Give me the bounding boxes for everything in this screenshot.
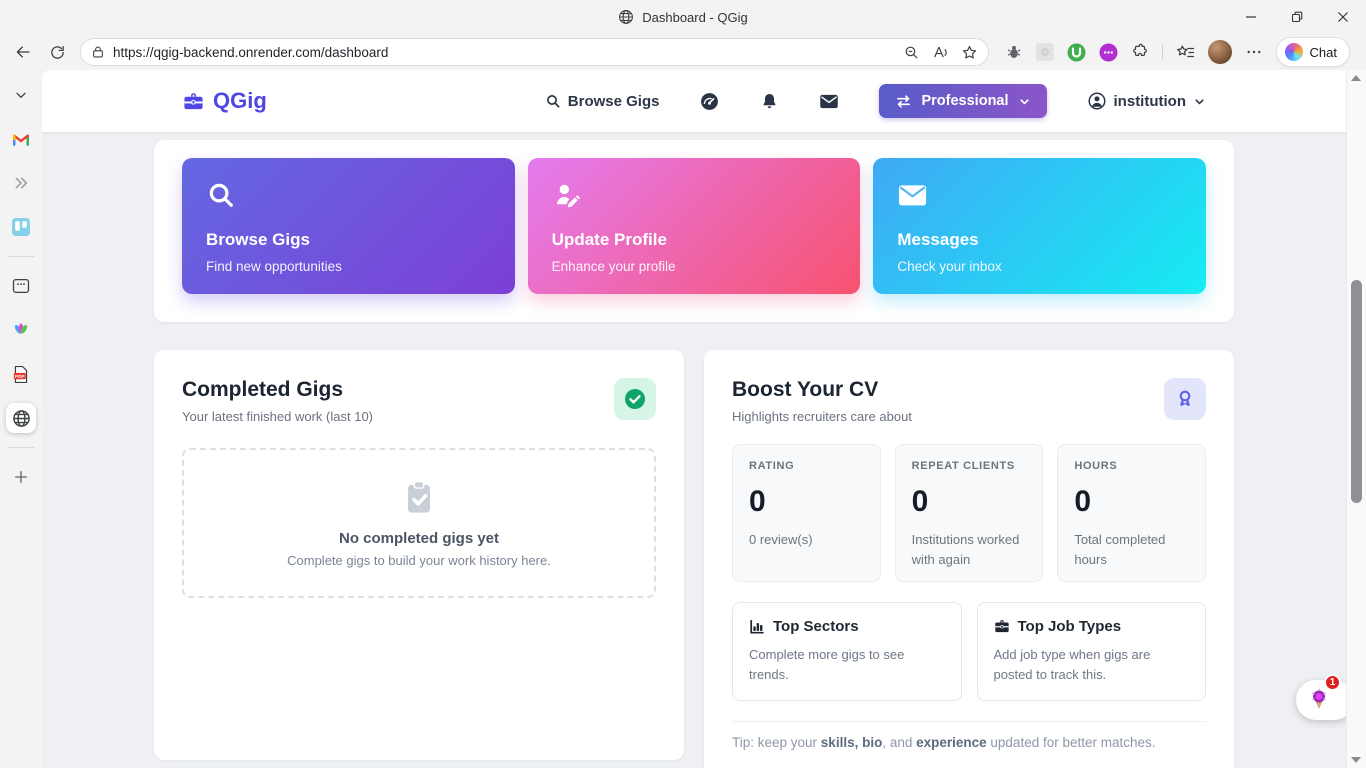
- panel-title: Boost Your CV: [732, 378, 912, 402]
- completed-gigs-panel: Completed Gigs Your latest finished work…: [154, 350, 684, 760]
- brand-name: QGig: [213, 88, 267, 114]
- divider: [732, 721, 1206, 722]
- svg-text:PDF: PDF: [15, 373, 25, 379]
- quick-action-browse-gigs[interactable]: Browse Gigs Find new opportunities: [182, 158, 515, 294]
- chevron-down-icon[interactable]: [6, 80, 36, 110]
- rail-divider: [8, 256, 34, 257]
- role-switch-button[interactable]: Professional: [879, 84, 1046, 118]
- address-bar[interactable]: [80, 38, 989, 66]
- nav-browse-gigs[interactable]: Browse Gigs: [545, 93, 660, 110]
- bar-chart-icon: [749, 619, 765, 634]
- more-icon[interactable]: [1245, 43, 1263, 61]
- back-button[interactable]: [8, 37, 38, 67]
- gmail-icon[interactable]: [6, 124, 36, 154]
- lock-icon[interactable]: [91, 45, 105, 59]
- double-chevron-icon[interactable]: [6, 168, 36, 198]
- extensions-puzzle-icon[interactable]: [1131, 43, 1149, 61]
- globe-icon: [618, 9, 634, 25]
- toolbar-divider: [1162, 44, 1163, 60]
- trello-icon[interactable]: [6, 212, 36, 242]
- clipboard-check-icon: [401, 479, 437, 517]
- top-job-types-card: Top Job Types Add job type when gigs are…: [977, 602, 1207, 701]
- quick-action-messages[interactable]: Messages Check your inbox: [873, 158, 1206, 294]
- close-button[interactable]: [1320, 0, 1366, 34]
- stat-repeat-clients: REPEAT CLIENTS 0 Institutions worked wit…: [895, 444, 1044, 582]
- chat-launcher[interactable]: 1: [1296, 680, 1346, 720]
- quick-actions-panel: Browse Gigs Find new opportunities Updat…: [154, 140, 1234, 322]
- read-aloud-icon[interactable]: [932, 44, 949, 61]
- search-icon: [206, 180, 491, 210]
- browser-toolbar: Chat: [0, 34, 1366, 70]
- user-edit-icon: [552, 180, 837, 210]
- copilot-chat-button[interactable]: Chat: [1276, 37, 1350, 67]
- disabled-extension-icon[interactable]: [1036, 43, 1054, 61]
- boost-cv-panel: Boost Your CV Highlights recruiters care…: [704, 350, 1234, 768]
- cv-tip: Tip: keep your skills, bio, and experien…: [732, 735, 1206, 750]
- window-icon[interactable]: [6, 271, 36, 301]
- person-circle-icon: [1087, 91, 1107, 111]
- messages-envelope-icon[interactable]: [819, 93, 839, 110]
- copilot-icon: [1285, 43, 1303, 61]
- panel-title: Completed Gigs: [182, 378, 373, 402]
- envelope-icon: [897, 180, 1182, 210]
- briefcase-icon: [182, 90, 205, 113]
- notification-badge: 1: [1324, 674, 1341, 691]
- purple-extension-icon[interactable]: [1099, 43, 1118, 62]
- chat-widget-icon: [1308, 688, 1330, 712]
- dashboard-gauge-icon[interactable]: [699, 91, 720, 112]
- stat-rating: RATING 0 0 review(s): [732, 444, 881, 582]
- page-viewport: QGig Browse Gigs: [42, 70, 1346, 768]
- scroll-down-arrow[interactable]: [1351, 757, 1361, 763]
- swap-arrows-icon: [895, 94, 912, 109]
- check-circle-badge: [614, 378, 656, 420]
- briefcase-icon: [994, 619, 1010, 634]
- top-sectors-card: Top Sectors Complete more gigs to see tr…: [732, 602, 962, 701]
- brand-logo[interactable]: QGig: [182, 88, 267, 114]
- refresh-button[interactable]: [42, 37, 72, 67]
- search-icon: [545, 93, 561, 109]
- restore-button[interactable]: [1274, 0, 1320, 34]
- page-scrollbar[interactable]: [1346, 70, 1366, 768]
- cv-insights-row: Top Sectors Complete more gigs to see tr…: [732, 602, 1206, 701]
- scroll-up-arrow[interactable]: [1351, 75, 1361, 81]
- quick-action-update-profile[interactable]: Update Profile Enhance your profile: [528, 158, 861, 294]
- browser-titlebar: Dashboard - QGig: [0, 0, 1366, 34]
- rail-divider: [8, 447, 34, 448]
- add-icon[interactable]: [6, 462, 36, 492]
- designer-icon[interactable]: [6, 315, 36, 345]
- notifications-bell-icon[interactable]: [760, 91, 779, 112]
- account-menu[interactable]: institution: [1087, 91, 1206, 111]
- green-extension-icon[interactable]: [1067, 43, 1086, 62]
- globe-icon[interactable]: [6, 403, 36, 433]
- browser-side-rail: PDF: [0, 70, 42, 768]
- empty-state: No completed gigs yet Complete gigs to b…: [182, 448, 656, 598]
- bug-extension-icon[interactable]: [1005, 43, 1023, 61]
- chevron-down-icon: [1018, 95, 1031, 108]
- stat-hours: HOURS 0 Total completed hours: [1057, 444, 1206, 582]
- cv-stats-row: RATING 0 0 review(s) REPEAT CLIENTS 0 In…: [732, 444, 1206, 582]
- zoom-out-icon[interactable]: [903, 44, 920, 61]
- award-medal-badge: [1164, 378, 1206, 420]
- url-input[interactable]: [113, 45, 895, 60]
- scroll-thumb[interactable]: [1351, 280, 1362, 503]
- favorites-icon[interactable]: [1176, 43, 1195, 62]
- chevron-down-icon: [1193, 95, 1206, 108]
- favorite-star-icon[interactable]: [961, 44, 978, 61]
- minimize-button[interactable]: [1228, 0, 1274, 34]
- site-navbar: QGig Browse Gigs: [42, 70, 1346, 132]
- profile-avatar[interactable]: [1208, 40, 1232, 64]
- tab-title: Dashboard - QGig: [642, 10, 748, 25]
- pdf-icon[interactable]: PDF: [6, 359, 36, 389]
- copilot-label: Chat: [1310, 45, 1337, 60]
